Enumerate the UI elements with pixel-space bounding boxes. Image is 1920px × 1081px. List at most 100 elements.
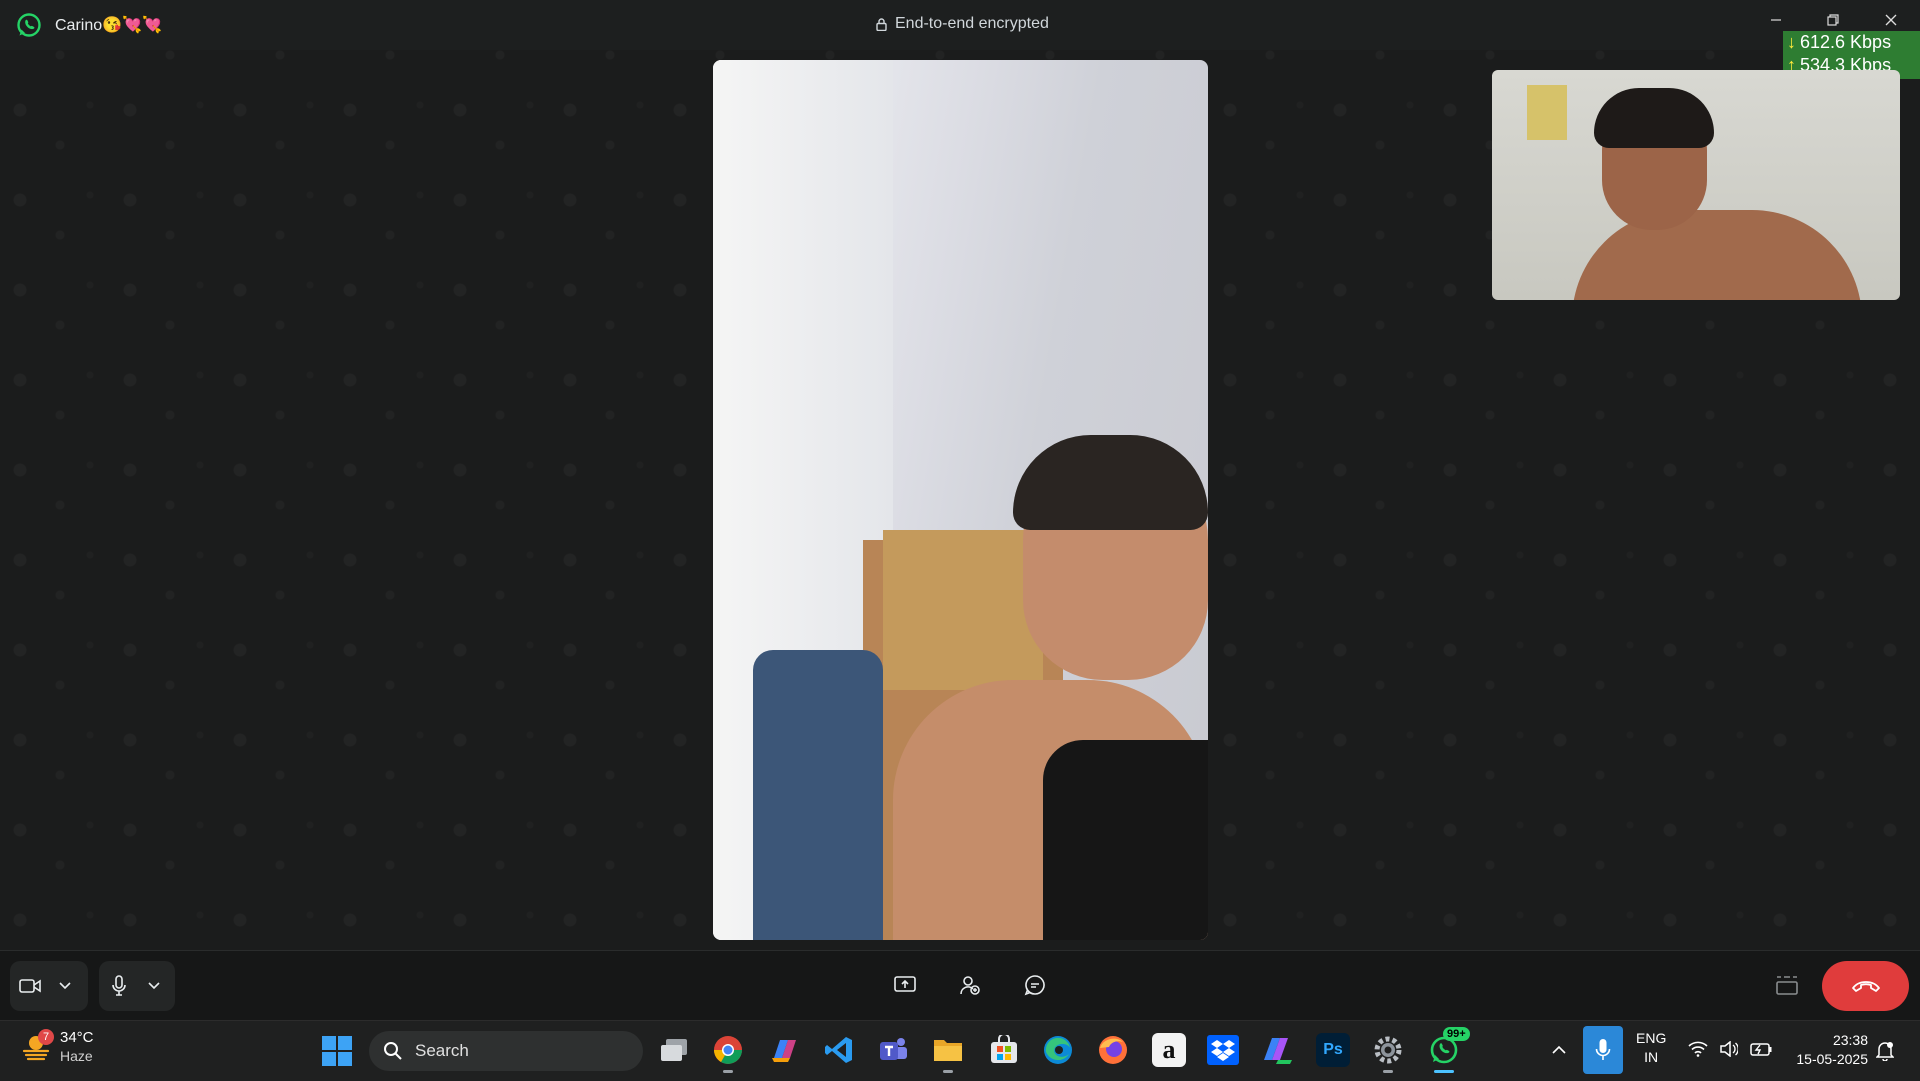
- weather-widget[interactable]: 7 34°C Haze: [20, 1029, 94, 1065]
- notification-bell-icon: [1875, 1042, 1895, 1062]
- microphone-control-group: [99, 961, 175, 1011]
- camera-options-button[interactable]: [50, 966, 80, 1006]
- file-explorer-app[interactable]: [931, 1033, 965, 1073]
- weather-condition: Haze: [60, 1048, 93, 1064]
- weather-haze-icon: 7: [20, 1029, 54, 1063]
- encryption-label: End-to-end encrypted: [895, 15, 1049, 32]
- chrome-app[interactable]: [711, 1033, 745, 1073]
- restore-icon: [1827, 14, 1839, 26]
- share-screen-button[interactable]: [883, 963, 927, 1007]
- whatsapp-call-window: Carino😘💘💘 End-to-end encrypted ↓ 612.6 K…: [0, 0, 1920, 1021]
- minimize-icon: [1771, 19, 1781, 21]
- language-region: IN: [1644, 1049, 1659, 1065]
- app-running-indicator: [723, 1070, 733, 1073]
- wifi-icon: [1688, 1041, 1708, 1057]
- windows-logo-pane: [322, 1052, 336, 1066]
- volume-icon: [1720, 1041, 1738, 1057]
- microsoft-365-icon: [1264, 1038, 1292, 1064]
- folder-icon: [934, 1040, 962, 1061]
- unread-badge: 99+: [1443, 1027, 1470, 1041]
- photoshop-app[interactable]: Ps: [1316, 1033, 1350, 1067]
- whatsapp-app[interactable]: 99+: [1427, 1027, 1470, 1073]
- settings-app[interactable]: [1371, 1033, 1405, 1073]
- download-arrow-icon: ↓: [1787, 32, 1796, 52]
- vscode-icon: [825, 1037, 852, 1063]
- edge-app[interactable]: [1041, 1033, 1075, 1067]
- end-call-button[interactable]: [1822, 961, 1909, 1011]
- app-running-indicator: [943, 1070, 953, 1073]
- microsoft-store-app[interactable]: [987, 1033, 1021, 1067]
- notifications-button[interactable]: [1875, 1041, 1895, 1064]
- system-status-icons[interactable]: [1688, 1041, 1772, 1057]
- microphone-toggle-button[interactable]: [99, 966, 139, 1006]
- clock-date: 15-05-2025: [1796, 1051, 1868, 1067]
- chevron-up-icon: [1552, 1045, 1566, 1054]
- battery-charging-icon: [1750, 1043, 1772, 1056]
- dropbox-app[interactable]: [1206, 1033, 1240, 1067]
- weather-badge: 7: [38, 1029, 54, 1045]
- download-speed: ↓ 612.6 Kbps: [1783, 31, 1920, 54]
- minimize-button[interactable]: [1761, 8, 1791, 32]
- chevron-down-icon: [59, 982, 71, 990]
- weather-text: 34°C Haze: [60, 1029, 94, 1065]
- encryption-status: End-to-end encrypted: [876, 15, 1049, 33]
- store-icon: [991, 1035, 1017, 1063]
- microphone-in-use-indicator[interactable]: [1583, 1026, 1623, 1074]
- add-participant-button[interactable]: [948, 963, 992, 1007]
- microphone-icon: [1595, 1039, 1611, 1060]
- layout-toggle-button[interactable]: [1765, 963, 1809, 1007]
- video-person-hair: [1013, 435, 1208, 530]
- teams-icon: [880, 1038, 907, 1060]
- self-person-body: [1572, 210, 1862, 300]
- self-person-hair: [1594, 88, 1714, 148]
- app-active-indicator: [1434, 1070, 1454, 1073]
- close-button[interactable]: [1876, 8, 1906, 32]
- video-person-top: [1043, 740, 1208, 940]
- clock[interactable]: 23:38 15-05-2025: [1788, 1031, 1868, 1069]
- show-hidden-icons-button[interactable]: [1552, 1041, 1566, 1057]
- self-video-preview[interactable]: [1492, 70, 1900, 300]
- microphone-options-button[interactable]: [139, 966, 169, 1006]
- chrome-icon: [714, 1036, 742, 1064]
- windows-logo-pane: [338, 1036, 352, 1050]
- amazon-icon: a: [1162, 1035, 1176, 1064]
- camera-toggle-button[interactable]: [10, 966, 50, 1006]
- task-view-icon: [661, 1039, 687, 1061]
- self-scene-frame: [1527, 85, 1567, 140]
- search-icon: [384, 1042, 402, 1060]
- windows-logo-pane: [322, 1036, 336, 1050]
- contact-name: Carino😘💘💘: [55, 17, 162, 34]
- taskbar-search-box[interactable]: Search: [369, 1031, 643, 1071]
- camera-control-group: [10, 961, 88, 1011]
- edge-icon: [1044, 1036, 1072, 1064]
- photoshop-icon: Ps: [1323, 1041, 1343, 1058]
- call-controls-bar: [0, 950, 1920, 1021]
- windows-taskbar: 7 34°C Haze Search a Ps 99+ ENG IN 23:38…: [0, 1020, 1920, 1081]
- download-speed-value: 612.6 Kbps: [1800, 32, 1892, 52]
- remote-video-feed: [713, 60, 1208, 940]
- hang-up-icon: [1851, 981, 1880, 992]
- firefox-app[interactable]: [1096, 1033, 1130, 1067]
- close-icon: [1885, 14, 1897, 26]
- video-scene-box: [883, 530, 1043, 690]
- chat-button[interactable]: [1013, 963, 1057, 1007]
- firefox-icon: [1099, 1036, 1127, 1064]
- start-button[interactable]: [322, 1036, 352, 1066]
- whatsapp-logo-icon: [17, 13, 41, 37]
- chat-bubble-icon: [1024, 975, 1045, 996]
- clock-time: 23:38: [1832, 1032, 1868, 1048]
- video-camera-icon: [19, 979, 41, 993]
- title-bar: Carino😘💘💘 End-to-end encrypted: [0, 0, 1920, 50]
- task-view-button[interactable]: [657, 1033, 691, 1067]
- vscode-app[interactable]: [822, 1033, 856, 1067]
- copilot-app[interactable]: [767, 1033, 801, 1067]
- microsoft-365-app[interactable]: [1260, 1033, 1294, 1067]
- add-person-icon: [960, 976, 980, 995]
- dropbox-icon: [1207, 1035, 1239, 1065]
- windows-logo-pane: [338, 1052, 352, 1066]
- app-running-indicator: [1383, 1070, 1393, 1073]
- amazon-app[interactable]: a: [1152, 1033, 1186, 1067]
- input-language-indicator[interactable]: ENG IN: [1636, 1029, 1666, 1067]
- restore-button[interactable]: [1818, 8, 1848, 32]
- teams-app[interactable]: [876, 1033, 910, 1067]
